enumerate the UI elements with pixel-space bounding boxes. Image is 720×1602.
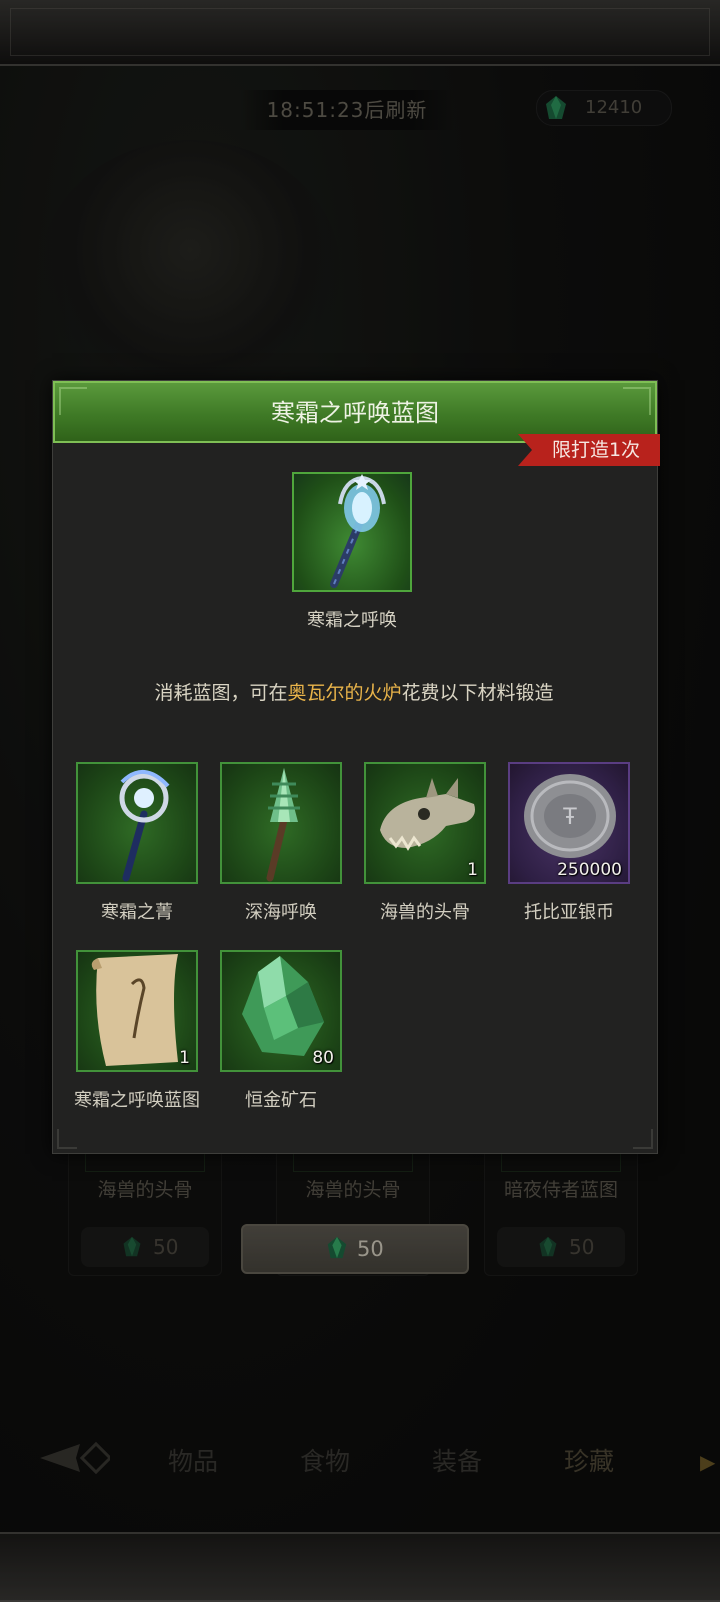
material-slot[interactable] [76, 762, 198, 884]
material-name: 寒霜之呼唤蓝图 [74, 1090, 200, 1111]
material-name: 海兽的头骨 [380, 902, 470, 923]
corner-ornament-icon [633, 1129, 653, 1149]
frost-call-scepter-icon [330, 474, 386, 588]
forge-location-link[interactable]: 奥瓦尔的火炉 [287, 682, 401, 704]
frost-scepter-icon [119, 770, 170, 882]
material-qty: 1 [467, 860, 478, 880]
material-slot[interactable]: 1 [76, 950, 198, 1072]
material-name: 托比亚银币 [524, 902, 614, 923]
corner-ornament-icon [57, 1129, 77, 1149]
blueprint-item-slot[interactable] [292, 472, 412, 592]
material-qty: 1 [179, 1048, 190, 1068]
material-slot[interactable] [220, 762, 342, 884]
desc-prefix: 消耗蓝图，可在 [154, 682, 288, 704]
material-name: 寒霜之菁 [101, 902, 173, 923]
material-qty: 80 [312, 1048, 334, 1068]
material-slot[interactable]: Ŧ 250000 [508, 762, 630, 884]
sea-shell-staff-icon [266, 768, 300, 882]
material-name: 恒金矿石 [245, 1090, 317, 1111]
forge-description: 消耗蓝图，可在奥瓦尔的火炉花费以下材料锻造 [52, 678, 656, 705]
blueprint-item-name: 寒霜之呼唤 [307, 610, 397, 631]
material-qty: 250000 [557, 860, 622, 880]
material-name: 深海呼唤 [245, 902, 317, 923]
material-slot[interactable]: 1 [364, 762, 486, 884]
svg-text:Ŧ: Ŧ [562, 805, 577, 830]
desc-suffix: 花费以下材料锻造 [401, 682, 554, 704]
material-slot[interactable]: 80 [220, 950, 342, 1072]
craft-limit-badge: 限打造1次 [518, 434, 660, 466]
